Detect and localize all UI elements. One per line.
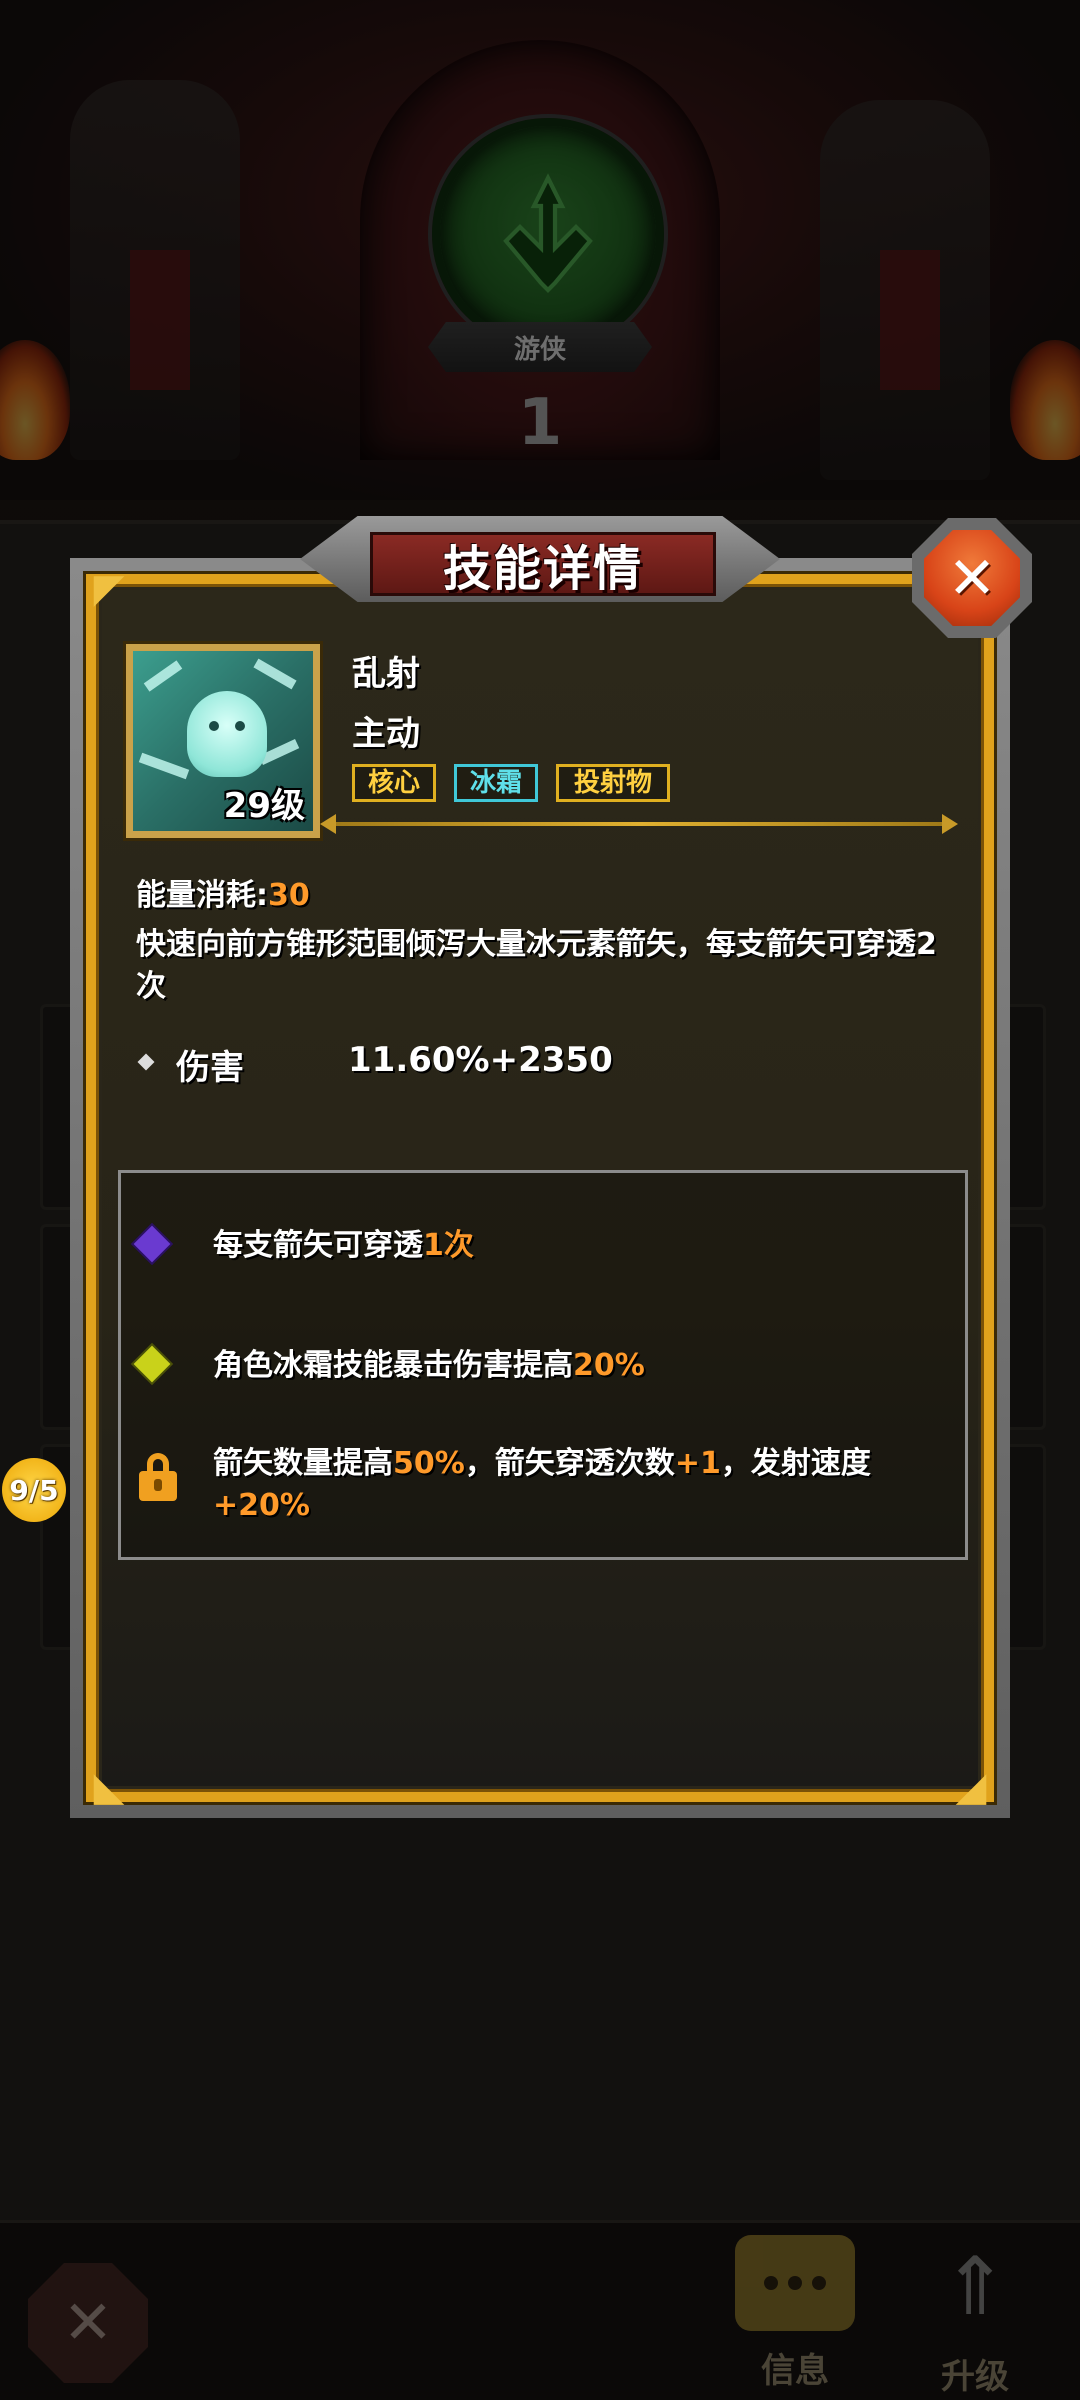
upgrade-highlight: +20% — [213, 1488, 310, 1523]
skill-description: 快速向前方锥形范围倾泻大量冰元素箭矢，每支箭矢可穿透2次 — [136, 927, 937, 1004]
modal-title-banner: 技能详情 — [300, 498, 780, 622]
stat-row-damage: 伤害 11.60%+2350 — [137, 1040, 840, 1088]
corner-ornament-icon: ◣ — [93, 1764, 125, 1810]
skill-level: 29级 — [223, 786, 305, 826]
lock-body — [139, 1471, 177, 1501]
energy-label: 能量消耗: — [136, 878, 268, 913]
arrow-divider — [320, 814, 958, 834]
upgrade-text-part: 角色冰霜技能暴击伤害提高 — [213, 1348, 573, 1383]
upgrade-text: 箭矢数量提高50%，箭矢穿透次数+1，发射速度 +20% — [213, 1443, 953, 1527]
upgrade-highlight: 1次 — [423, 1228, 474, 1263]
spirit-eye — [235, 721, 245, 731]
skill-name: 乱射 — [352, 654, 420, 694]
tag-frost: 冰霜 — [454, 764, 538, 802]
upgrade-text-part: ，发射速度 — [720, 1446, 871, 1481]
energy-value: 30 — [268, 878, 310, 913]
corner-ornament-icon: ◢ — [955, 1764, 987, 1810]
corner-ornament-icon: ◤ — [93, 566, 125, 612]
energy-cost: 能量消耗:30 — [136, 870, 310, 914]
close-x-icon: ✕ — [924, 530, 1020, 626]
upgrade-highlight: 20% — [573, 1348, 645, 1383]
game-screen: 游侠 1 ✕ 信息 ⇑ 升级 9/5 ◤ ◥ ◣ ◢ 技能详情 ✕ — [0, 0, 1080, 2400]
frost-spirit-icon — [187, 691, 267, 777]
upgrade-highlight: 50% — [393, 1446, 465, 1481]
spirit-eye — [209, 721, 219, 731]
upgrade-text-part: 箭矢数量提高 — [213, 1446, 393, 1481]
upgrade-highlight: +1 — [674, 1446, 721, 1481]
upgrade-list: 每支箭矢可穿透1次 角色冰霜技能暴击伤害提高20% 箭矢数量提高50%，箭矢穿透… — [118, 1170, 968, 1560]
upgrade-text: 角色冰霜技能暴击伤害提高20% — [213, 1345, 953, 1387]
tag-projectile: 投射物 — [556, 764, 670, 802]
ice-shard — [138, 752, 190, 780]
purple-gem-icon — [133, 1225, 171, 1263]
skill-icon: 29级 — [126, 644, 320, 838]
ice-shard — [143, 660, 183, 692]
skill-type: 主动 — [352, 714, 420, 754]
modal-title: 技能详情 — [370, 532, 716, 597]
bullet-diamond-icon — [137, 1053, 155, 1071]
upgrade-text-part: 每支箭矢可穿透 — [213, 1228, 423, 1263]
close-button[interactable]: ✕ — [912, 518, 1032, 638]
tag-core: 核心 — [352, 764, 436, 802]
stat-value: 11.60%+2350 — [348, 1040, 613, 1080]
ice-shard — [253, 658, 297, 690]
lock-icon — [139, 1453, 177, 1501]
upgrade-text: 每支箭矢可穿透1次 — [213, 1225, 953, 1267]
side-badge[interactable]: 9/5 — [2, 1458, 66, 1522]
upgrade-text-part: ，箭矢穿透次数 — [464, 1446, 675, 1481]
yellow-gem-icon — [133, 1345, 171, 1383]
stat-name: 伤害 — [176, 1048, 244, 1088]
